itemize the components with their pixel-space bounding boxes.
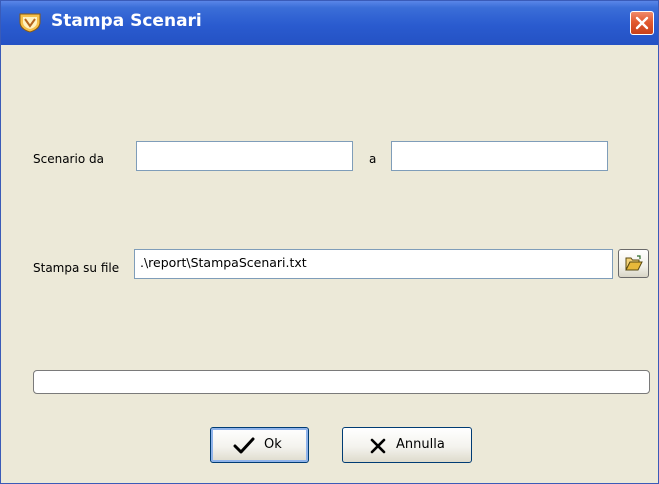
title-bar[interactable]: Stampa Scenari (1, 1, 658, 45)
ok-button[interactable]: Ok (210, 427, 309, 463)
cancel-button[interactable]: Annulla (342, 427, 472, 463)
close-icon (635, 16, 649, 30)
progress-bar (33, 370, 650, 394)
open-folder-icon (625, 255, 643, 271)
close-button[interactable] (630, 11, 654, 35)
x-icon (370, 438, 386, 454)
scenario-to-input[interactable] (391, 141, 608, 171)
scenario-from-label: Scenario da (33, 152, 104, 166)
cancel-button-label: Annulla (396, 437, 445, 452)
checkmark-icon (233, 437, 255, 454)
app-shield-icon (19, 13, 41, 33)
ok-button-label: Ok (264, 437, 282, 452)
browse-button[interactable] (618, 249, 649, 278)
window-title: Stampa Scenari (51, 11, 202, 31)
range-separator-label: a (369, 152, 377, 166)
scenario-from-input[interactable] (136, 141, 353, 171)
file-path-input[interactable]: .\report\StampaScenari.txt (134, 249, 613, 279)
dialog-window: Stampa Scenari Scenario da a Stampa su f… (0, 0, 659, 484)
file-label: Stampa su file (33, 261, 120, 275)
